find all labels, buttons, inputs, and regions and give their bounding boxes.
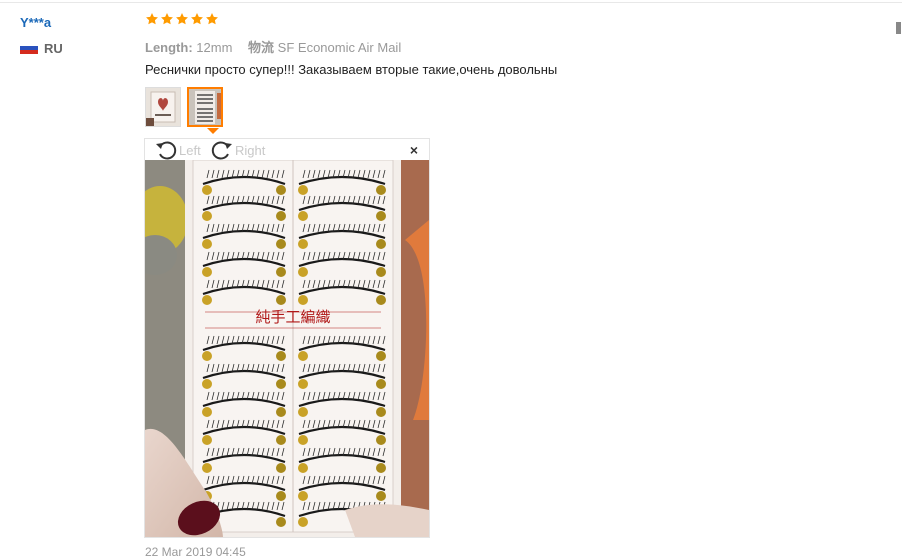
active-thumbnail-pointer: [207, 128, 219, 134]
star-icon: [145, 12, 159, 26]
review-date: 22 Mar 2019 04:45: [145, 545, 246, 559]
top-divider: [0, 2, 902, 3]
photo-thumbnails: [145, 87, 223, 127]
star-rating: [145, 12, 219, 26]
rotate-right-label: Right: [235, 142, 266, 158]
rotate-right-button[interactable]: Right: [211, 140, 265, 160]
viewer-toolbar: Left Right ×: [145, 139, 429, 160]
reviewer-name[interactable]: Y***a: [20, 15, 51, 30]
reviewer-country: RU: [44, 41, 63, 56]
thumbnail-packaging-photo[interactable]: [145, 87, 181, 127]
shipping-value: SF Economic Air Mail: [277, 40, 402, 55]
length-value: 12mm: [196, 40, 233, 55]
photo-viewer: Left Right × 純手工編織: [144, 138, 430, 538]
rotate-left-icon: [156, 141, 177, 160]
star-icon: [175, 12, 189, 26]
thumbnail-lashes-photo[interactable]: [187, 87, 223, 127]
rotate-right-icon: [211, 141, 232, 160]
scrollbar-thumb[interactable]: [896, 22, 901, 34]
length-label: Length:: [145, 40, 193, 55]
russia-flag-icon: [20, 42, 38, 54]
star-icon: [190, 12, 204, 26]
review-attributes: Length: 12mm 物流 SF Economic Air Mail: [145, 37, 413, 56]
shipping-label: 物流: [248, 40, 275, 55]
review-text: Реснички просто супер!!! Заказываем втор…: [145, 62, 558, 77]
box-printed-label: 純手工編織: [255, 308, 330, 326]
rotate-left-button[interactable]: Left: [155, 140, 201, 160]
eyelash-box-photo: 純手工編織: [145, 160, 429, 537]
rotate-left-label: Left: [179, 142, 201, 158]
star-icon: [205, 12, 219, 26]
close-viewer-button[interactable]: ×: [410, 142, 418, 158]
star-icon: [160, 12, 174, 26]
